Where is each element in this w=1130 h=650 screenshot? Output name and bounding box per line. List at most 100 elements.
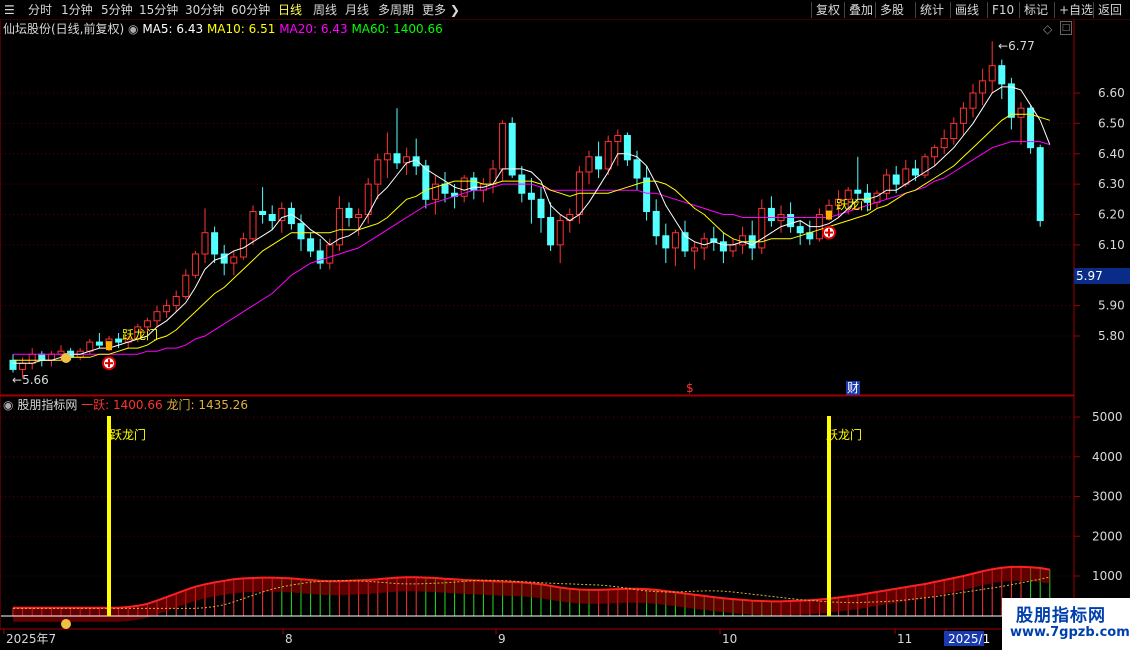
- sub-tick-label: 4000: [1092, 450, 1123, 464]
- candle-body: [211, 232, 219, 255]
- candle-body: [547, 217, 555, 246]
- ma10-line: [13, 113, 1050, 361]
- dividend-marker[interactable]: $: [686, 381, 694, 395]
- period-tab-4[interactable]: 30分钟: [185, 2, 224, 18]
- candle-body: [86, 341, 94, 352]
- candle-body: [719, 241, 727, 252]
- toolbar-button-7[interactable]: +自选: [1054, 2, 1093, 18]
- watermark: 股朋指标网 www.7gpzb.com: [1002, 598, 1130, 650]
- candle-body: [268, 214, 276, 222]
- candle-body: [643, 177, 651, 212]
- candle-body: [931, 147, 939, 158]
- candle-body: [662, 235, 670, 249]
- price-tick-label: 6.50: [1098, 116, 1125, 130]
- stock-title[interactable]: 仙坛股份(日线,前复权): [3, 22, 124, 36]
- coin-icon: [61, 353, 71, 363]
- candle-body: [940, 138, 948, 149]
- high-price-label: ←6.77: [998, 39, 1035, 53]
- stock-chart[interactable]: 6.60 6.50 6.40 6.30 6.20 6.10 5.90 5.80 5000 4000…: [0, 0, 1130, 650]
- toolbar-button-8[interactable]: 返回: [1093, 2, 1122, 18]
- period-tab-5[interactable]: 60分钟: [231, 2, 270, 18]
- menu-icon[interactable]: ☰: [4, 2, 15, 18]
- candle-body: [633, 159, 641, 179]
- candle-body: [892, 174, 900, 185]
- period-tab-7[interactable]: 周线: [313, 2, 337, 18]
- x-axis-label: 10: [722, 632, 737, 646]
- candle-body: [556, 220, 564, 246]
- period-tab-6[interactable]: 日线: [278, 2, 302, 18]
- candle-body: [729, 244, 737, 252]
- candle-body: [969, 92, 977, 109]
- sub-panel-legend: ◉ 股朋指标网 一跃: 1400.66 龙门: 1435.26: [3, 398, 248, 412]
- diamond-icon[interactable]: ◇: [1043, 22, 1052, 36]
- period-tab-3[interactable]: 15分钟: [139, 2, 178, 18]
- candle-body: [393, 153, 401, 164]
- candle-body: [115, 338, 123, 343]
- watermark-title: 股朋指标网: [1016, 606, 1106, 626]
- signal-label-1: 跃龙门: [122, 328, 159, 342]
- candle-body: [163, 305, 171, 313]
- indicator-title[interactable]: 股朋指标网: [17, 398, 77, 412]
- sub-signal-label-2: 跃龙门: [826, 428, 863, 442]
- ma5-line: [13, 86, 1051, 364]
- candle-body: [297, 223, 305, 240]
- x-axis-label: 2025年7: [6, 632, 56, 646]
- settings-icon[interactable]: ◉: [3, 398, 13, 412]
- candle-body: [911, 168, 919, 176]
- yiyue-label: 一跃: 1400.66: [81, 398, 163, 412]
- candle-body: [441, 183, 449, 194]
- ma10-label: MA10: 6.51: [206, 22, 276, 36]
- x-axis-label: 8: [285, 632, 293, 646]
- toolbar-button-6[interactable]: 标记: [1019, 2, 1048, 18]
- toolbar-button-0[interactable]: 复权: [811, 2, 840, 18]
- candle-body: [508, 122, 516, 176]
- period-tab-10[interactable]: 更多 ❯: [422, 2, 460, 18]
- candle-body: [153, 311, 161, 322]
- period-tab-1[interactable]: 1分钟: [61, 2, 93, 18]
- candle-body: [307, 238, 315, 252]
- toolbar: 分时 1分钟 5分钟 15分钟 30分钟 60分钟 日线 周线 月线 多周期 更多 ❯ ☰ 复权 叠加 多股…: [0, 0, 1130, 20]
- candle-body: [19, 362, 27, 370]
- price-tick-label: 6.10: [1098, 238, 1125, 252]
- toolbar-button-4[interactable]: 画线: [950, 2, 979, 18]
- period-tab-2[interactable]: 5分钟: [101, 2, 133, 18]
- main-panel-legend: 仙坛股份(日线,前复权) ◉ MA5: 6.43 MA10: 6.51 MA20…: [3, 22, 443, 36]
- candle-body: [374, 159, 382, 185]
- settings-icon[interactable]: ◉: [128, 22, 138, 36]
- price-tick-label: 6.60: [1098, 86, 1125, 100]
- candle-body: [9, 359, 17, 370]
- toolbar-button-2[interactable]: 多股: [875, 2, 904, 18]
- candle-body: [172, 296, 180, 307]
- candle-body: [278, 207, 286, 222]
- collapse-panel-icon[interactable]: □: [1060, 21, 1072, 35]
- candle-body: [988, 65, 996, 82]
- candle-body: [950, 122, 958, 140]
- candle-body: [959, 107, 967, 124]
- candle-body: [691, 247, 699, 252]
- candle-body: [604, 141, 612, 170]
- candle-body: [1017, 107, 1025, 118]
- candle-body: [671, 232, 679, 249]
- candle-body: [38, 353, 46, 361]
- candle-body: [585, 156, 593, 173]
- candle-body: [739, 235, 747, 246]
- candle-body: [201, 232, 209, 255]
- candle-body: [614, 135, 622, 143]
- toolbar-button-5[interactable]: F10: [987, 2, 1014, 18]
- finance-marker[interactable]: 财: [846, 381, 861, 395]
- toolbar-button-3[interactable]: 统计: [915, 2, 944, 18]
- candle-body: [767, 207, 775, 222]
- candle-body: [249, 210, 257, 240]
- candle-body: [796, 226, 804, 234]
- period-tab-0[interactable]: 分时: [28, 2, 52, 18]
- ma5-label: MA5: 6.43: [142, 22, 204, 36]
- period-tab-9[interactable]: 多周期: [378, 2, 414, 18]
- candle-body: [902, 168, 910, 185]
- candle-body: [191, 253, 199, 276]
- candle-body: [1007, 83, 1015, 118]
- candle-body: [700, 238, 708, 249]
- period-tab-8[interactable]: 月线: [345, 2, 369, 18]
- candle-body: [422, 165, 430, 200]
- candle-body: [230, 256, 238, 264]
- toolbar-button-1[interactable]: 叠加: [844, 2, 873, 18]
